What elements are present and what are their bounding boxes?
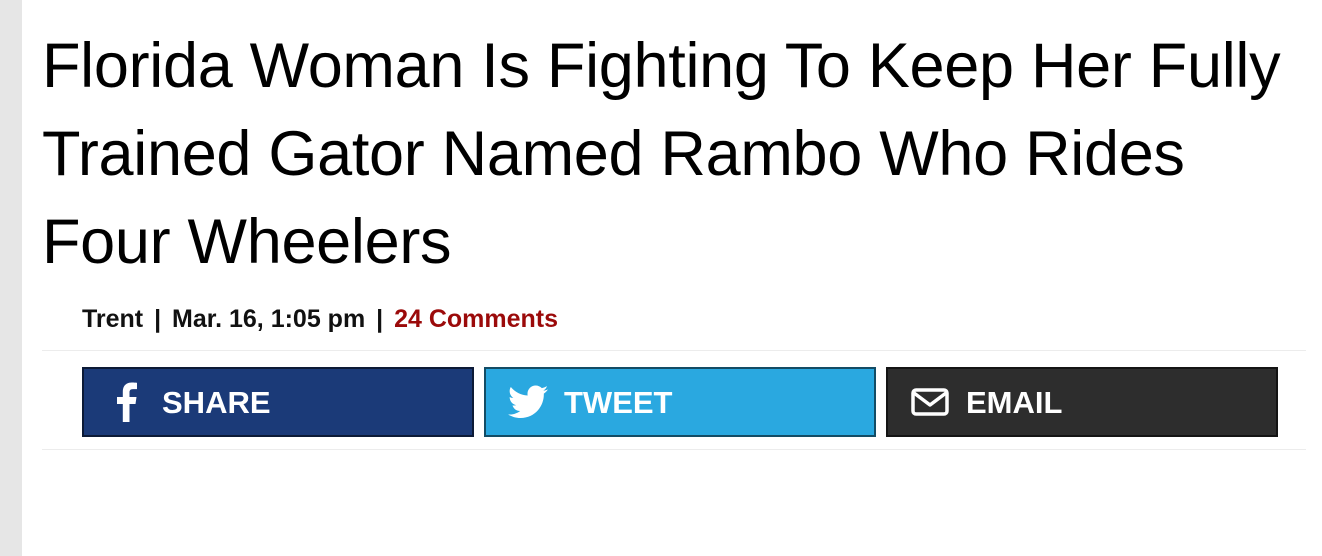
facebook-icon (106, 382, 146, 422)
article-header: Florida Woman Is Fighting To Keep Her Fu… (42, 22, 1306, 450)
article-headline: Florida Woman Is Fighting To Keep Her Fu… (42, 31, 1281, 277)
envelope-icon (910, 382, 950, 422)
byline-separator: | (376, 305, 384, 333)
facebook-share-button[interactable]: SHARE (82, 367, 474, 437)
tweet-label: TWEET (564, 384, 673, 420)
publish-date: Mar. 16, 1:05 pm (172, 305, 366, 333)
share-bar: SHARE TWEET EMAIL (42, 351, 1306, 449)
left-rail (0, 0, 22, 556)
divider (42, 449, 1306, 450)
twitter-tweet-button[interactable]: TWEET (484, 367, 876, 437)
share-label: SHARE (162, 384, 271, 420)
article-page: Florida Woman Is Fighting To Keep Her Fu… (0, 0, 1322, 556)
byline: Trent | Mar. 16, 1:05 pm | 24 Comments (82, 304, 1306, 334)
twitter-bird-icon (508, 382, 548, 422)
email-share-button[interactable]: EMAIL (886, 367, 1278, 437)
byline-separator: | (154, 305, 162, 333)
author-name: Trent (82, 305, 144, 333)
comments-link[interactable]: 24 Comments (394, 305, 558, 333)
email-label: EMAIL (966, 384, 1063, 420)
